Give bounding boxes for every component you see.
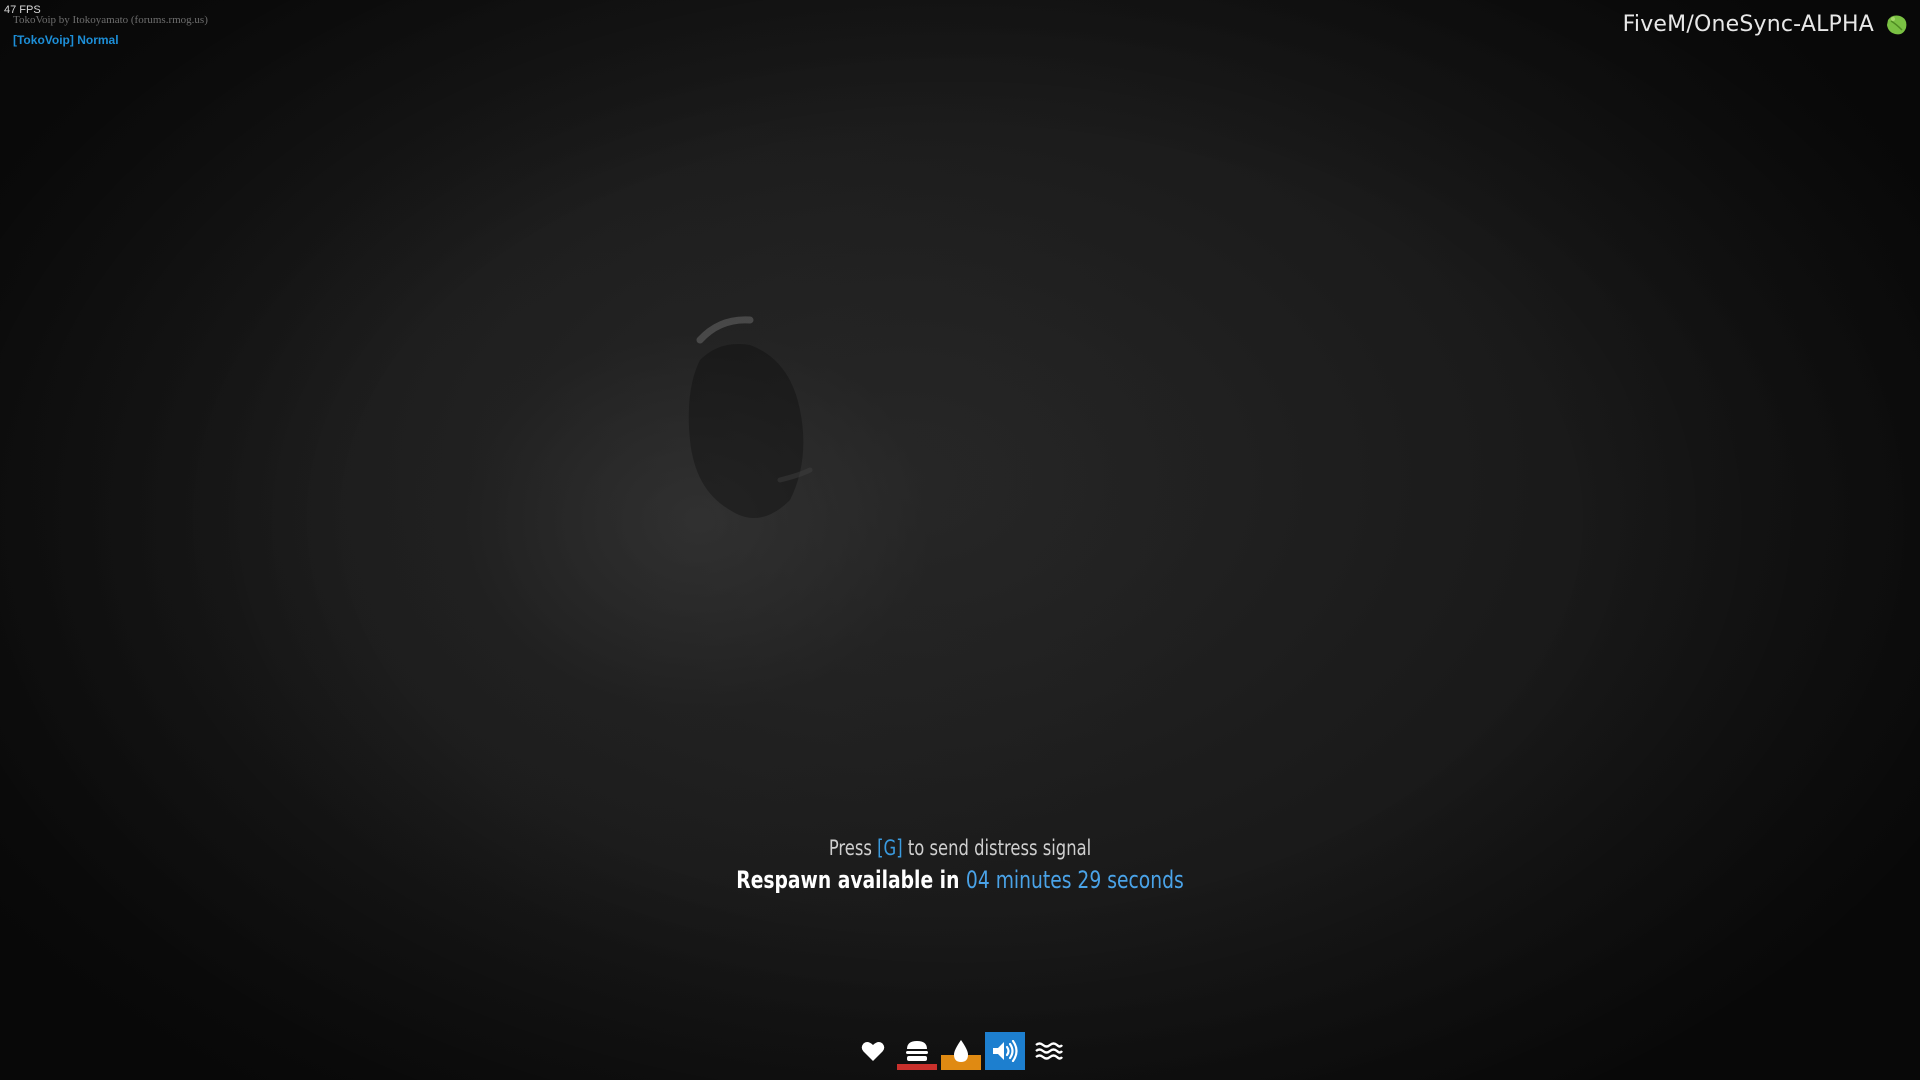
respawn-timer: 04 minutes 29 seconds <box>965 866 1184 894</box>
hunger-status <box>897 1032 937 1070</box>
fivem-leaf-logo-icon <box>1887 15 1907 35</box>
vignette <box>0 0 1920 1080</box>
burger-icon <box>897 1032 937 1070</box>
health-status <box>853 1032 893 1070</box>
game-screen: 47 FPS TokoVoip by Itokoyamato (forums.r… <box>0 0 1920 1080</box>
distress-key: [G] <box>877 836 903 860</box>
dead-player-silhouette <box>688 316 813 518</box>
status-hud <box>853 1032 1069 1072</box>
stamina-status <box>1029 1032 1069 1070</box>
voip-credit-text: TokoVoip by Itokoyamato (forums.rmog.us) <box>13 14 208 26</box>
heart-icon <box>853 1032 893 1070</box>
voice-status <box>985 1032 1025 1070</box>
respawn-countdown: Respawn available in 04 minutes 29 secon… <box>211 866 1709 894</box>
respawn-prefix: Respawn available in <box>736 866 966 894</box>
server-name: FiveM/OneSync-ALPHA <box>1622 12 1874 37</box>
wind-waves-icon <box>1029 1032 1069 1070</box>
speaker-icon <box>985 1032 1025 1070</box>
voip-mode-indicator: [TokoVoip] Normal <box>13 33 119 47</box>
distress-signal-prompt: Press [G] to send distress signal <box>211 836 1709 860</box>
distress-suffix: to send distress signal <box>902 836 1092 860</box>
thirst-status <box>941 1032 981 1070</box>
water-drop-icon <box>941 1032 981 1070</box>
distress-prefix: Press <box>828 836 878 860</box>
